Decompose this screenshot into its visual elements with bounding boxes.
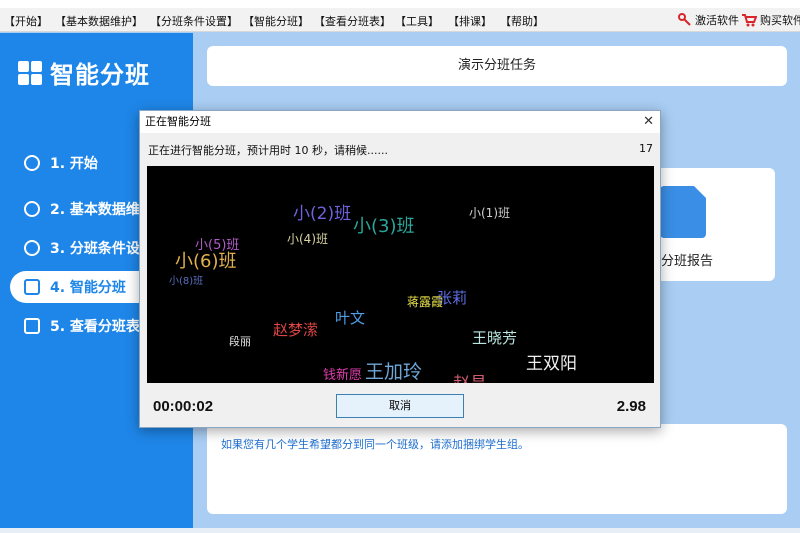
gear-icon (24, 240, 40, 256)
animation-canvas: 小(2)班 小(3)班 小(1)班 小(5)班 小(4)班 小(6)班 小(8)… (147, 166, 654, 383)
score-value: 2.98 (616, 398, 646, 415)
tip-card: 如果您有几个学生希望都分到同一个班级，请添加捆绑学生组。 (207, 424, 787, 514)
canvas-word: 小(1)班 (469, 206, 510, 220)
dialog-title: 正在智能分班 (145, 115, 211, 128)
canvas-word: 蒋露霞 (407, 295, 444, 309)
play-icon (24, 155, 40, 171)
menu-smart-class[interactable]: 【智能分班】 (243, 13, 309, 29)
menu-basic-data[interactable]: 【基本数据维护】 (55, 13, 143, 29)
calculator-icon (24, 279, 40, 295)
menu-start[interactable]: 【开始】 (4, 13, 48, 29)
dialog-titlebar: 正在智能分班 ✕ (140, 111, 660, 133)
sidebar-item-label: 1. 开始 (50, 156, 98, 172)
key-icon (678, 13, 691, 26)
activate-label: 激活软件 (695, 14, 739, 27)
task-title: 演示分班任务 (457, 58, 536, 73)
canvas-word: 小(2)班 (293, 204, 352, 224)
buy-button[interactable]: 购买软件 (741, 12, 800, 28)
title-strip (0, 0, 800, 8)
buy-label: 购买软件 (760, 14, 800, 27)
dialog-status: 正在进行智能分班，预计用时 10 秒，请稍候...... (148, 144, 388, 157)
menu-tools[interactable]: 【工具】 (395, 13, 439, 29)
canvas-word: 王加玲 (365, 361, 423, 383)
logo-text: 智能分班 (50, 61, 150, 89)
status-strip (0, 528, 800, 533)
canvas-word: 赵昌 (453, 376, 487, 384)
menu-schedule[interactable]: 【排课】 (448, 13, 492, 29)
menu-bar: 【开始】 【基本数据维护】 【分班条件设置】 【智能分班】 【查看分班表】 【工… (0, 8, 800, 32)
canvas-word: 小(4)班 (287, 232, 328, 246)
menu-help[interactable]: 【帮助】 (500, 13, 544, 29)
task-title-card: 演示分班任务 (207, 46, 787, 86)
canvas-word: 小(3)班 (353, 216, 415, 237)
canvas-word: 小(8)班 (169, 276, 204, 287)
canvas-word: 王双阳 (526, 354, 577, 374)
app-logo: 智能分班 (18, 55, 150, 90)
canvas-word: 段丽 (229, 335, 251, 348)
canvas-word: 钱新愿 (323, 368, 363, 383)
report-icon (660, 186, 706, 238)
elapsed-timer: 00:00:02 (153, 398, 214, 415)
activate-button[interactable]: 激活软件 (678, 12, 739, 28)
info-icon (24, 201, 40, 217)
sidebar-item-label: 5. 查看分班表 (50, 319, 140, 335)
logo-icon (18, 60, 42, 85)
canvas-word: 赵梦潆 (273, 321, 319, 339)
sidebar-item-label: 2. 基本数据维 (50, 202, 140, 218)
progress-dialog: 正在智能分班 ✕ 正在进行智能分班，预计用时 10 秒，请稍候...... 17… (139, 110, 661, 428)
canvas-word: 叶文 (335, 309, 366, 327)
tip-link[interactable]: 如果您有几个学生希望都分到同一个班级，请添加捆绑学生组。 (221, 436, 529, 452)
sidebar-item-label: 4. 智能分班 (50, 280, 126, 296)
cancel-button[interactable]: 取消 (336, 394, 464, 418)
canvas-word: 王晓芳 (472, 329, 518, 347)
menu-conditions[interactable]: 【分班条件设置】 (150, 13, 238, 29)
dialog-count: 17 (639, 142, 653, 155)
canvas-word: 小(6)班 (175, 251, 237, 272)
cart-icon (742, 14, 757, 27)
table-search-icon (24, 318, 40, 334)
close-icon[interactable]: ✕ (643, 111, 654, 133)
sidebar-item-label: 3. 分班条件设 (50, 241, 140, 257)
menu-view-table[interactable]: 【查看分班表】 (314, 13, 391, 29)
